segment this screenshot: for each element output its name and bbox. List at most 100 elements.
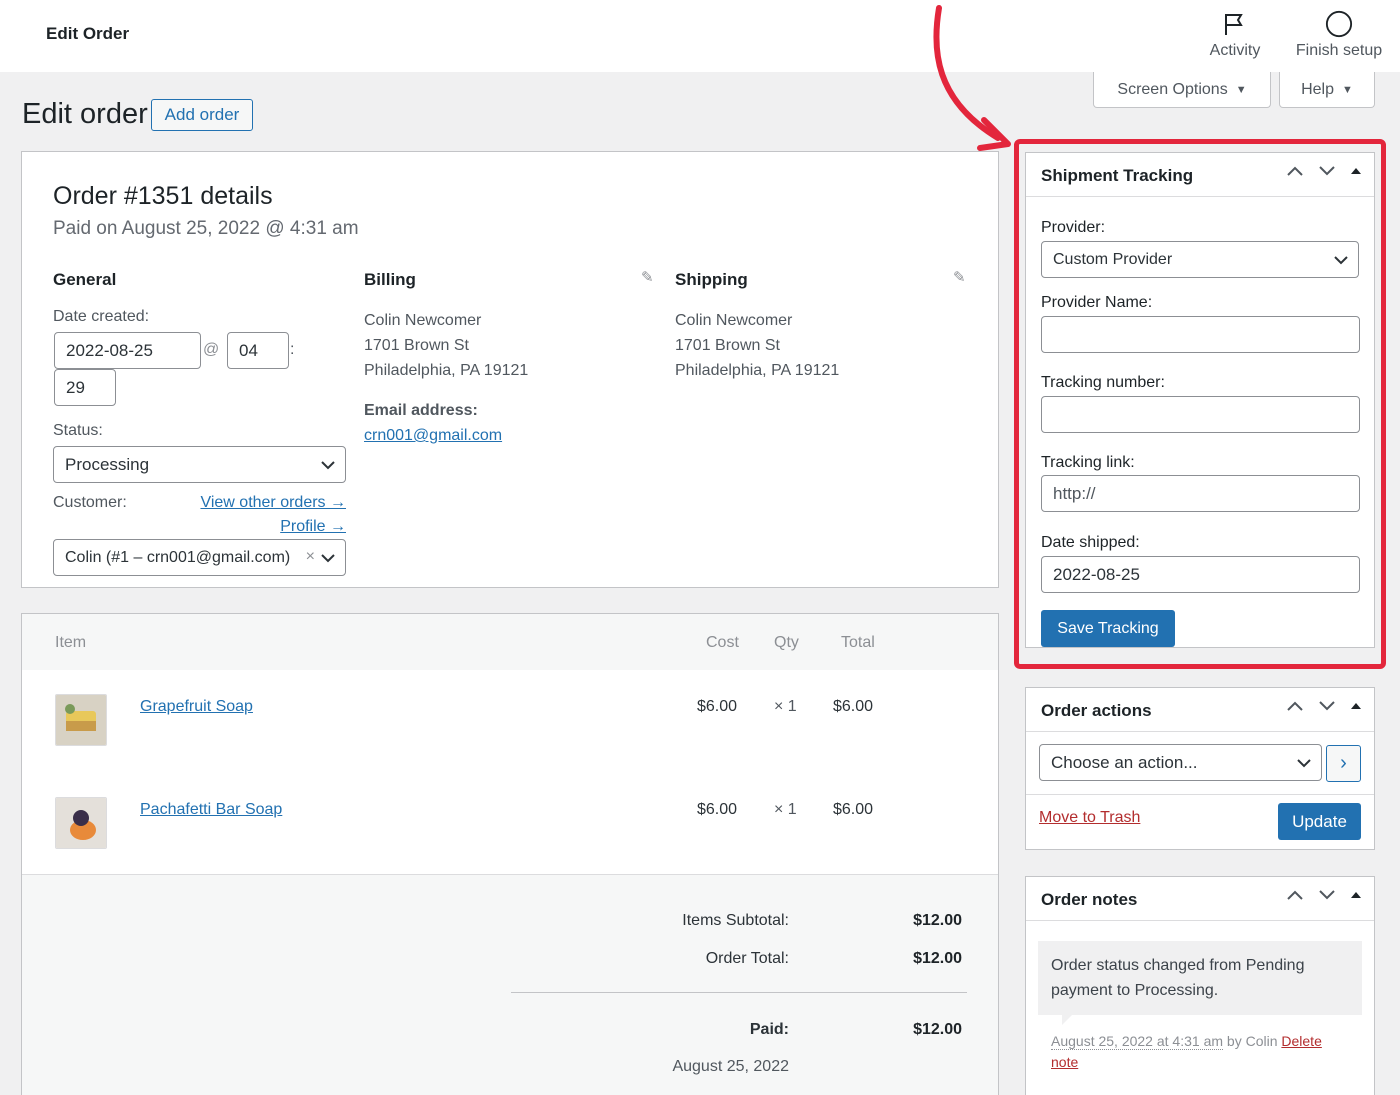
order-actions-box: Order actions Choose an action... › Move… bbox=[1025, 687, 1375, 850]
collapse-triangle-icon[interactable] bbox=[1350, 890, 1362, 900]
clear-customer-icon[interactable]: × bbox=[306, 548, 315, 566]
order-totals: Items Subtotal: $12.00 Order Total: $12.… bbox=[22, 874, 998, 1095]
shipping-city: Philadelphia, PA 19121 bbox=[675, 362, 840, 379]
view-other-orders-link[interactable]: View other orders → bbox=[192, 494, 346, 512]
triangle-down-icon: ▼ bbox=[1235, 83, 1247, 96]
item-qty: × 1 bbox=[774, 698, 797, 715]
soap-image-icon bbox=[56, 798, 106, 848]
screen-options-tab[interactable]: Screen Options ▼ bbox=[1093, 72, 1271, 108]
item-total: $6.00 bbox=[833, 801, 874, 818]
top-bar-title: Edit Order bbox=[46, 24, 130, 43]
shipping-heading: Shipping bbox=[675, 270, 748, 289]
chevron-up-icon[interactable] bbox=[1286, 889, 1304, 901]
edit-billing-pencil-icon[interactable]: ✎ bbox=[641, 268, 654, 286]
triangle-down-icon: ▼ bbox=[1342, 83, 1353, 96]
soap-image-icon bbox=[56, 695, 106, 745]
item-cost: $6.00 bbox=[697, 698, 738, 715]
item-total: $6.00 bbox=[833, 698, 874, 715]
paid-label: Paid: bbox=[749, 1021, 789, 1038]
note-date: August 25, 2022 at 4:31 am bbox=[1051, 1033, 1224, 1050]
order-actions-header: Order actions bbox=[1026, 688, 1374, 732]
billing-heading: Billing bbox=[364, 270, 416, 289]
chevron-down-icon[interactable] bbox=[1318, 889, 1336, 901]
order-action-value: Choose an action... bbox=[1051, 752, 1198, 772]
pachafetti-soap-thumbnail bbox=[55, 797, 107, 849]
header-total: Total bbox=[841, 634, 875, 651]
order-notes-title: Order notes bbox=[1041, 890, 1138, 909]
customer-value: Colin (#1 – crn001@gmail.com) bbox=[65, 548, 291, 566]
shipping-street: 1701 Brown St bbox=[675, 337, 780, 354]
at-separator: @ bbox=[203, 341, 220, 358]
chevron-down-icon bbox=[321, 553, 335, 562]
activity-label: Activity bbox=[1209, 42, 1261, 59]
apply-action-button[interactable]: › bbox=[1326, 745, 1361, 782]
profile-link[interactable]: Profile → bbox=[192, 518, 346, 536]
order-paid-on: Paid on August 25, 2022 @ 4:31 am bbox=[53, 218, 359, 239]
order-action-select[interactable]: Choose an action... bbox=[1039, 744, 1322, 781]
shipping-address: Colin Newcomer 1701 Brown St Philadelphi… bbox=[675, 308, 839, 383]
page-title: Edit order bbox=[22, 98, 148, 130]
customer-label: Customer: bbox=[53, 494, 127, 511]
shipping-name: Colin Newcomer bbox=[675, 312, 793, 329]
item-cost: $6.00 bbox=[697, 801, 738, 818]
highlight-frame bbox=[1014, 139, 1386, 669]
totals-divider bbox=[511, 992, 967, 993]
order-total-label: Order Total: bbox=[705, 950, 789, 967]
billing-email-link[interactable]: crn001@gmail.com bbox=[364, 427, 502, 445]
note-author: by Colin bbox=[1226, 1033, 1278, 1049]
hour-input[interactable]: 04 bbox=[227, 332, 289, 369]
actions-divider bbox=[1026, 794, 1374, 795]
order-notes-header: Order notes bbox=[1026, 877, 1374, 921]
item-qty: × 1 bbox=[774, 801, 797, 818]
subtotal-value: $12.00 bbox=[913, 912, 962, 929]
note-meta: August 25, 2022 at 4:31 am by Colin Dele… bbox=[1051, 1031, 1351, 1073]
status-label: Status: bbox=[53, 422, 103, 439]
minute-input[interactable]: 29 bbox=[54, 369, 116, 406]
general-heading: General bbox=[53, 270, 117, 289]
grapefruit-soap-thumbnail bbox=[55, 694, 107, 746]
order-title: Order #1351 details bbox=[53, 182, 273, 210]
chevron-down-icon bbox=[1297, 758, 1311, 767]
collapse-triangle-icon[interactable] bbox=[1350, 701, 1362, 711]
items-header-row: Item Cost Qty Total bbox=[22, 614, 998, 670]
finish-setup-button[interactable]: Finish setup bbox=[1290, 10, 1388, 60]
header-cost: Cost bbox=[706, 634, 739, 651]
billing-name: Colin Newcomer bbox=[364, 312, 482, 329]
annotation-arrow-icon bbox=[933, 5, 1011, 151]
note-bubble-tail bbox=[1062, 1015, 1072, 1025]
chevron-up-icon[interactable] bbox=[1286, 700, 1304, 712]
move-to-trash-link[interactable]: Move to Trash bbox=[1039, 809, 1140, 827]
customer-select[interactable]: Colin (#1 – crn001@gmail.com) × bbox=[53, 539, 346, 576]
date-created-input[interactable]: 2022-08-25 bbox=[54, 332, 201, 369]
circle-icon bbox=[1325, 10, 1353, 38]
subtotal-label: Items Subtotal: bbox=[682, 912, 789, 929]
email-label: Email address: bbox=[364, 402, 478, 419]
status-value: Processing bbox=[65, 454, 150, 474]
billing-address: Colin Newcomer 1701 Brown St Philadelphi… bbox=[364, 308, 528, 383]
update-button[interactable]: Update bbox=[1278, 803, 1361, 840]
finish-setup-label: Finish setup bbox=[1295, 42, 1383, 59]
item-name-link[interactable]: Pachafetti Bar Soap bbox=[140, 801, 282, 819]
billing-street: 1701 Brown St bbox=[364, 337, 469, 354]
chevron-down-icon bbox=[321, 460, 335, 469]
help-tab[interactable]: Help ▼ bbox=[1279, 72, 1375, 108]
chevron-down-icon[interactable] bbox=[1318, 700, 1336, 712]
add-order-button[interactable]: Add order bbox=[151, 99, 253, 131]
order-details-panel: Order #1351 details Paid on August 25, 2… bbox=[21, 151, 999, 588]
header-item: Item bbox=[55, 634, 87, 651]
top-bar: Edit Order Activity Finish setup bbox=[0, 0, 1400, 72]
date-created-label: Date created: bbox=[53, 308, 150, 325]
edit-shipping-pencil-icon[interactable]: ✎ bbox=[953, 268, 966, 286]
activity-button[interactable]: Activity bbox=[1204, 10, 1266, 60]
paid-date: August 25, 2022 bbox=[672, 1058, 789, 1075]
paid-value: $12.00 bbox=[913, 1021, 962, 1038]
help-label: Help bbox=[1301, 80, 1334, 98]
note-content: Order status changed from Pending paymen… bbox=[1038, 941, 1362, 1015]
status-select[interactable]: Processing bbox=[53, 446, 346, 483]
order-items-panel: Item Cost Qty Total Grapefruit Soap $6.0… bbox=[21, 613, 999, 1095]
order-actions-title: Order actions bbox=[1041, 701, 1152, 720]
order-total-value: $12.00 bbox=[913, 950, 962, 967]
item-name-link[interactable]: Grapefruit Soap bbox=[140, 698, 253, 716]
flag-icon bbox=[1225, 14, 1243, 35]
header-qty: Qty bbox=[774, 634, 799, 651]
